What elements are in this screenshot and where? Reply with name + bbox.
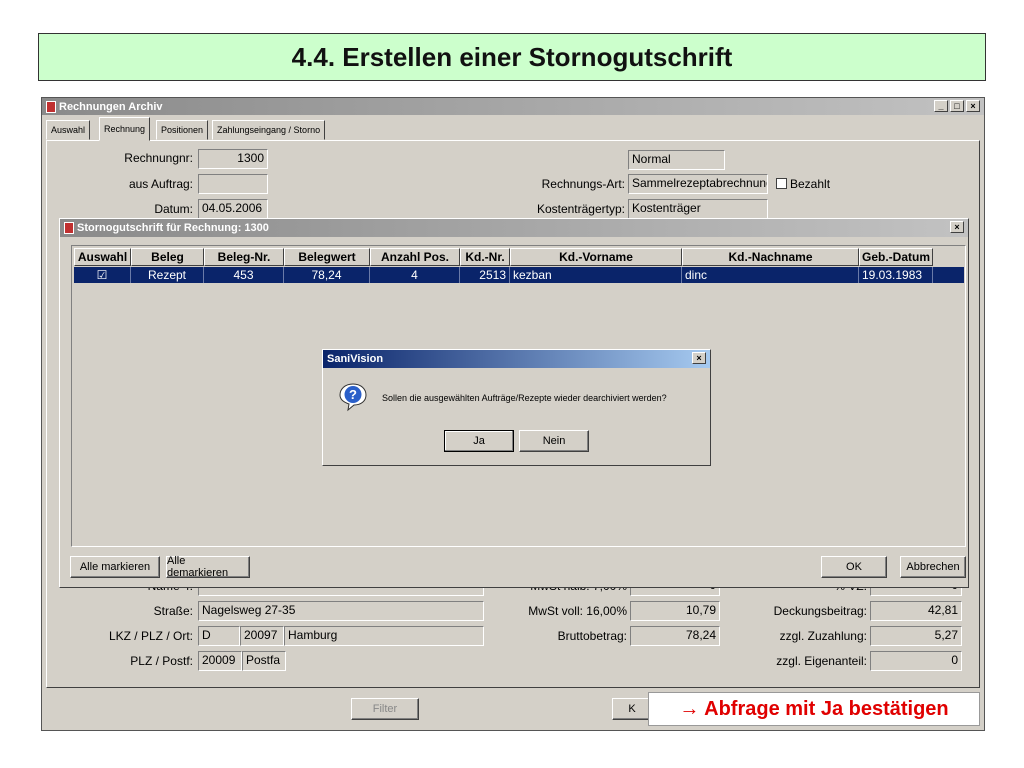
bruttobetrag-label: Bruttobetrag: [557,629,627,643]
aus-auftrag-label: aus Auftrag: [128,177,193,191]
column-header-kd-vorname[interactable]: Kd.-Vorname [510,248,682,266]
app-icon [46,100,56,113]
eigenanteil-field[interactable]: 0 [870,651,962,671]
bezahlt-label: Bezahlt [790,177,831,191]
tab-rechnung[interactable]: Rechnung [99,117,151,141]
column-header-auswahl[interactable]: Auswahl [74,248,131,266]
sanivision-message-box: SaniVision × ? Sollen die ausgewählten A… [322,349,711,466]
main-titlebar: Rechnungen Archiv _ □ × [42,98,984,115]
column-header-geb-datum[interactable]: Geb.-Datum [859,248,933,266]
close-button[interactable]: × [966,100,980,112]
main-window-title: Rechnungen Archiv [59,100,163,113]
ja-button[interactable]: Ja [444,430,514,452]
ok-button[interactable]: OK [821,556,887,578]
cell-kd-nachname: dinc [682,267,859,283]
tab-positionen[interactable]: Positionen [156,120,209,140]
aus-auftrag-field[interactable] [198,174,268,194]
plz-field[interactable]: 20097 [240,626,284,646]
deckungsbeitrag-label: Deckungsbeitrag: [773,604,867,618]
abbrechen-button[interactable]: Abbrechen [900,556,966,578]
nein-button[interactable]: Nein [519,430,589,452]
tab-auswahl[interactable]: Auswahl [46,120,91,140]
cell-kd-nr: 2513 [460,267,510,283]
lkz-field[interactable]: D [198,626,240,646]
lkz-plz-ort-label: LKZ / PLZ / Ort: [108,629,193,643]
plz-postf-field[interactable]: 20009 [198,651,242,671]
first-record-button[interactable]: K [612,698,652,720]
app-icon [64,222,74,234]
alle-demarkieren-button[interactable]: Alle demarkieren [166,555,250,579]
maximize-button[interactable]: □ [950,100,964,112]
column-header-anzahl-pos[interactable]: Anzahl Pos. [370,248,460,266]
datum-field[interactable]: 04.05.2006 [198,199,268,219]
message-box-title: SaniVision [327,353,384,365]
cell-belegwert: 78,24 [284,267,370,283]
zuzahlung-field[interactable]: 5,27 [870,626,962,646]
rechnungnr-label: Rechnungnr: [124,151,193,165]
mwst-voll-label: MwSt voll: 16,00% [528,604,627,618]
svg-text:?: ? [349,387,357,402]
zuzahlung-label: zzgl. Zuzahlung: [779,629,867,643]
message-box-titlebar: SaniVision × [323,350,710,368]
rechnungs-art-label: Rechnungs-Art: [541,177,625,191]
strasse-label: Straße: [153,604,193,618]
row-filler [933,267,964,283]
column-header-beleg-nr[interactable]: Beleg-Nr. [204,248,284,266]
row-checkbox[interactable]: ☑ [74,267,131,283]
rechnungnr-field[interactable]: 1300 [198,149,268,169]
minimize-button[interactable]: _ [934,100,948,112]
close-button[interactable]: × [950,221,964,233]
instruction-callout: → Abfrage mit Ja bestätigen [648,692,980,726]
slide-title: 4.4. Erstellen einer Stornogutschrift [38,33,986,81]
storno-dialog-title: Stornogutschrift für Rechnung: 1300 [77,222,269,234]
question-icon: ? [339,383,367,412]
alle-markieren-button[interactable]: Alle markieren [70,556,160,578]
cell-kd-vorname: kezban [510,267,682,283]
column-header-belegwert[interactable]: Belegwert [284,248,370,266]
deckungsbeitrag-field[interactable]: 42,81 [870,601,962,621]
tab-zahlungseingang-storno[interactable]: Zahlungseingang / Storno [212,120,326,140]
rechnungs-art-field[interactable]: Sammelrezeptabrechnung [628,174,768,194]
column-header-beleg[interactable]: Beleg [131,248,204,266]
kostentraegertyp-label: Kostenträgertyp: [536,202,625,216]
message-text: Sollen die ausgewählten Aufträge/Rezepte… [382,393,667,403]
mwst-voll-field[interactable]: 10,79 [630,601,720,621]
cell-anzahl-pos: 4 [370,267,460,283]
storno-dialog-titlebar: Stornogutschrift für Rechnung: 1300 × [60,219,968,237]
normal-field[interactable]: Normal [628,150,725,170]
eigenanteil-label: zzgl. Eigenanteil: [776,654,867,668]
bruttobetrag-field[interactable]: 78,24 [630,626,720,646]
kostentraegertyp-field[interactable]: Kostenträger [628,199,768,219]
plz-postf-label: PLZ / Postf: [130,654,193,668]
column-header-kd-nr[interactable]: Kd.-Nr. [460,248,510,266]
cell-beleg: Rezept [131,267,204,283]
cell-geb-datum: 19.03.1983 [859,267,933,283]
filter-button[interactable]: Filter [351,698,419,720]
bezahlt-checkbox[interactable] [776,178,787,189]
postfach-field[interactable]: Postfa [242,651,286,671]
strasse-field[interactable]: Nagelsweg 27-35 [198,601,484,621]
column-header-kd-nachname[interactable]: Kd.-Nachname [682,248,859,266]
close-button[interactable]: × [692,352,706,364]
ort-field[interactable]: Hamburg [284,626,484,646]
cell-beleg-nr: 453 [204,267,284,283]
datum-label: Datum: [154,202,193,216]
